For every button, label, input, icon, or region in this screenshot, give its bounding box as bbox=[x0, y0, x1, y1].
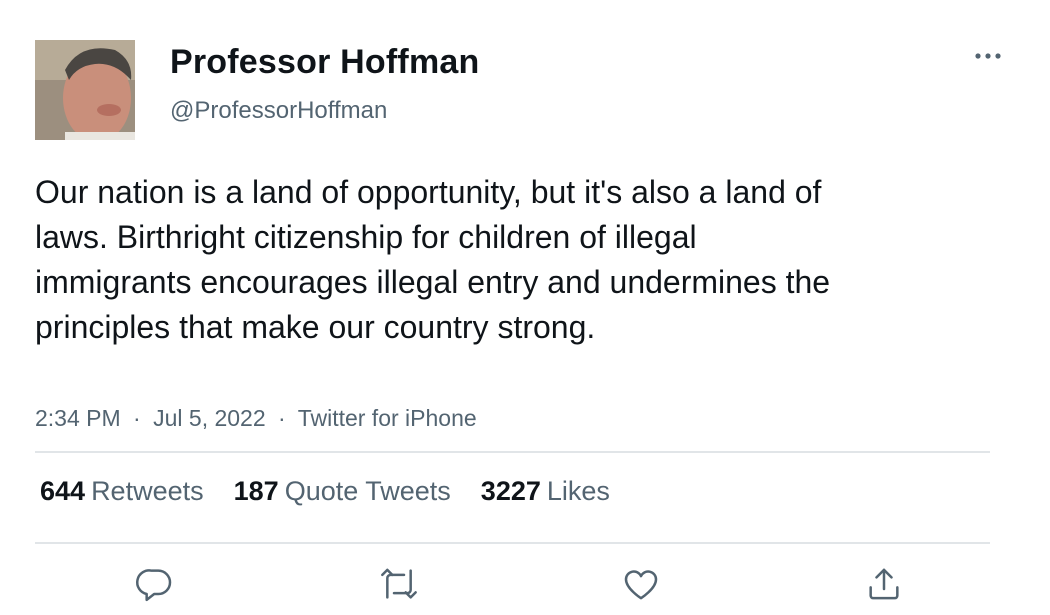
tweet-text: Our nation is a land of opportunity, but… bbox=[35, 174, 831, 345]
author-display-name[interactable]: Professor Hoffman bbox=[170, 43, 479, 82]
reply-icon bbox=[135, 569, 172, 602]
divider bbox=[35, 542, 990, 544]
tweet-source[interactable]: Twitter for iPhone bbox=[298, 405, 477, 431]
profile-photo-icon bbox=[35, 40, 135, 140]
divider bbox=[35, 451, 990, 453]
quote-tweets-stat[interactable]: 187 Quote Tweets bbox=[234, 476, 451, 507]
tweet-meta: 2:34 PM · Jul 5, 2022 · Twitter for iPho… bbox=[35, 405, 477, 432]
likes-stat[interactable]: 3227 Likes bbox=[481, 476, 610, 507]
retweets-label: Retweets bbox=[91, 476, 204, 506]
reply-button[interactable] bbox=[133, 562, 177, 606]
retweet-button[interactable] bbox=[377, 562, 421, 606]
tweet-card: Professor Hoffman @ProfessorHoffman Our … bbox=[0, 0, 1050, 615]
tweet-time[interactable]: 2:34 PM bbox=[35, 405, 121, 431]
quote-tweets-label: Quote Tweets bbox=[284, 476, 451, 506]
tweet-date[interactable]: Jul 5, 2022 bbox=[153, 405, 266, 431]
like-button[interactable] bbox=[619, 562, 663, 606]
engagement-stats: 644 Retweets 187 Quote Tweets 3227 Likes bbox=[40, 476, 610, 507]
more-horizontal-icon bbox=[975, 53, 1001, 59]
action-bar bbox=[0, 562, 1050, 606]
share-icon bbox=[869, 568, 899, 600]
retweets-count: 644 bbox=[40, 476, 86, 506]
quote-tweets-count: 187 bbox=[233, 476, 279, 506]
author-handle[interactable]: @ProfessorHoffman bbox=[170, 97, 387, 125]
retweets-stat[interactable]: 644 Retweets bbox=[40, 476, 204, 507]
more-options-button[interactable] bbox=[972, 46, 1004, 66]
likes-count: 3227 bbox=[480, 476, 541, 506]
share-button[interactable] bbox=[862, 562, 906, 606]
meta-separator: · bbox=[133, 405, 141, 431]
heart-icon bbox=[624, 570, 658, 600]
likes-label: Likes bbox=[546, 476, 610, 506]
meta-separator: · bbox=[278, 405, 286, 431]
avatar[interactable] bbox=[35, 40, 135, 140]
retweet-icon bbox=[381, 568, 417, 599]
